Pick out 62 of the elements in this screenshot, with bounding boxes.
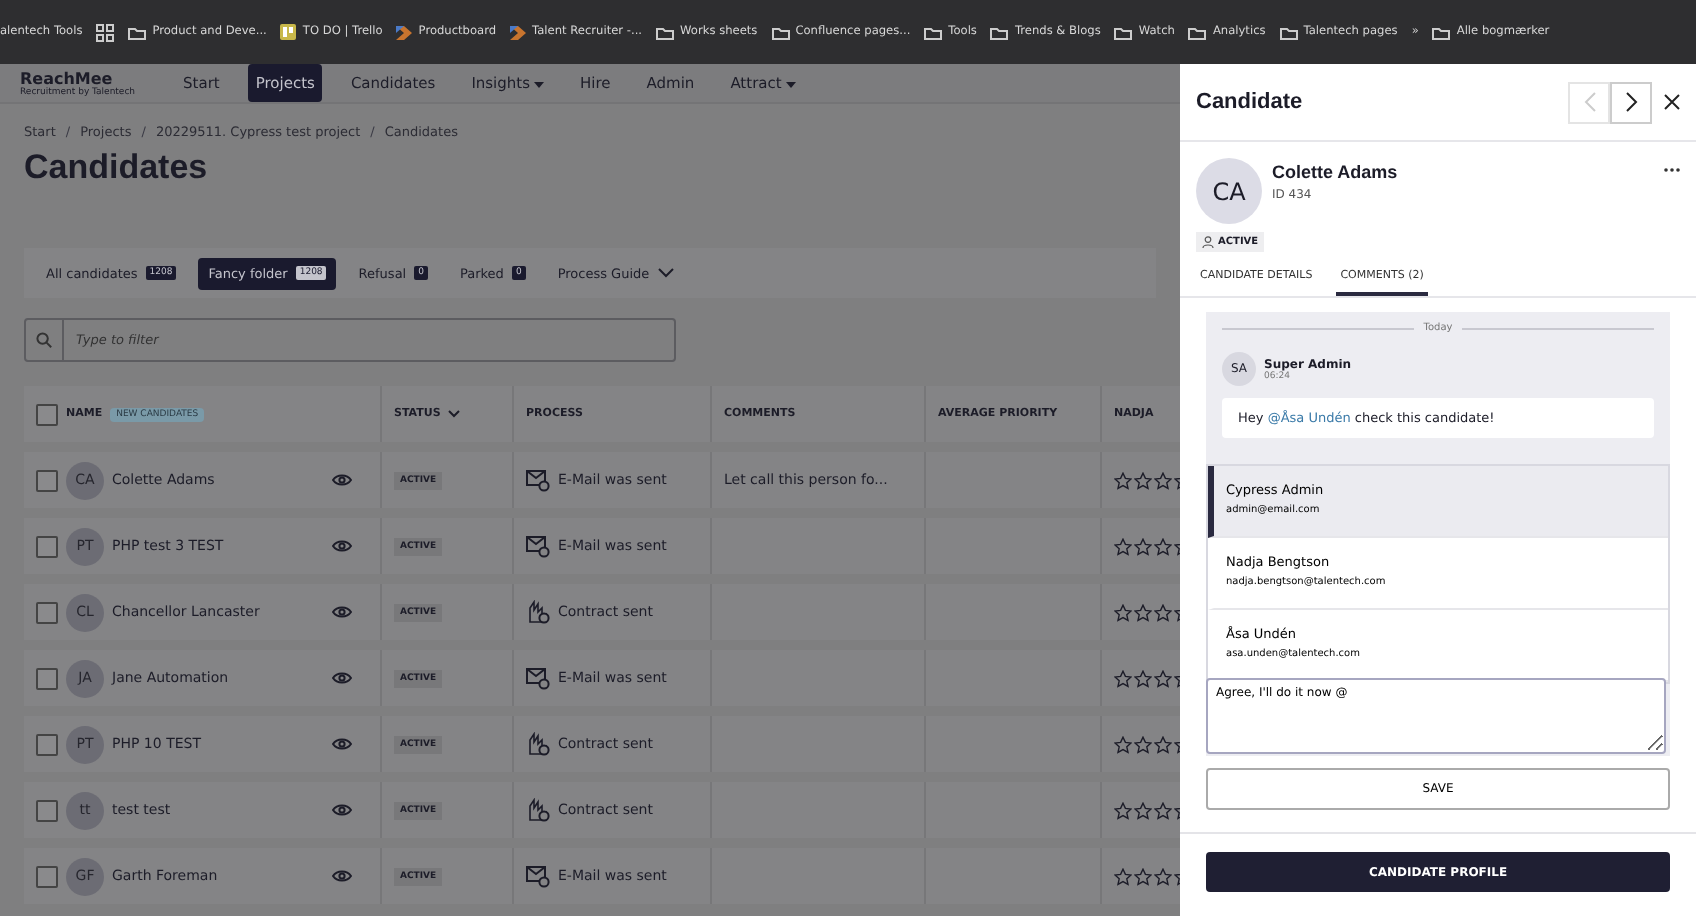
- apps-grid-icon[interactable]: [96, 23, 115, 41]
- avatar-initials: CA: [1196, 158, 1262, 224]
- eye-icon[interactable]: [332, 474, 352, 486]
- candidate-name: Colette Adams: [1272, 162, 1400, 182]
- select-all-checkbox[interactable]: [36, 403, 58, 425]
- folder-icon: [128, 25, 147, 39]
- star-icon: [1114, 471, 1132, 489]
- star-icon: [1134, 537, 1152, 555]
- page-title: Candidates: [24, 148, 210, 188]
- folder-icon: [656, 25, 675, 39]
- row-checkbox[interactable]: [36, 865, 58, 887]
- row-checkbox[interactable]: [36, 667, 58, 689]
- next-button[interactable]: [1610, 81, 1652, 123]
- star-icon: [1134, 867, 1152, 885]
- folder-icon: [990, 25, 1009, 39]
- folder-icon: [1188, 25, 1207, 39]
- star-icon: [1134, 669, 1152, 687]
- search-icon: [36, 332, 52, 348]
- triangle-logo-icon: [510, 25, 527, 39]
- eye-icon[interactable]: [332, 540, 352, 552]
- folder-icon: [924, 25, 943, 39]
- board-icon: [280, 24, 297, 40]
- star-icon: [1134, 603, 1152, 621]
- row-checkbox[interactable]: [36, 601, 58, 623]
- hand-check-icon: [526, 732, 550, 756]
- hand-check-icon: [526, 798, 550, 822]
- star-icon: [1114, 603, 1132, 621]
- folder-icon: [771, 25, 790, 39]
- envelope-check-icon: [526, 534, 550, 558]
- star-icon: [1134, 471, 1152, 489]
- row-checkbox[interactable]: [36, 535, 58, 557]
- star-icon: [1114, 867, 1132, 885]
- star-icon: [1114, 801, 1132, 819]
- star-icon: [1134, 735, 1152, 753]
- folder-icon: [1432, 25, 1451, 39]
- chevron-right-icon: [1625, 92, 1637, 112]
- eye-icon[interactable]: [332, 606, 352, 618]
- star-icon: [1134, 801, 1152, 819]
- envelope-check-icon: [526, 864, 550, 888]
- star-icon: [1114, 735, 1132, 753]
- star-icon: [1114, 669, 1132, 687]
- folder-icon: [1279, 25, 1298, 39]
- close-icon[interactable]: [1664, 94, 1680, 110]
- row-checkbox[interactable]: [36, 733, 58, 755]
- row-checkbox[interactable]: [36, 469, 58, 491]
- envelope-check-icon: [526, 468, 550, 492]
- panel-title: Candidate: [1196, 90, 1305, 114]
- chevron-down-icon: [657, 268, 674, 278]
- star-icon: [1114, 537, 1132, 555]
- person-icon: [1202, 236, 1214, 248]
- chevron-left-icon: [1583, 92, 1595, 112]
- chevron-down-icon[interactable]: [448, 410, 461, 418]
- logo-name: ReachMee: [20, 69, 113, 87]
- envelope-check-icon: [526, 666, 550, 690]
- eye-icon[interactable]: [332, 738, 352, 750]
- row-checkbox[interactable]: [36, 799, 58, 821]
- eye-icon[interactable]: [332, 672, 352, 684]
- hand-check-icon: [526, 600, 550, 624]
- triangle-logo-icon: [396, 25, 413, 39]
- folder-icon: [1114, 25, 1133, 39]
- eye-icon[interactable]: [332, 804, 352, 816]
- eye-icon[interactable]: [332, 870, 352, 882]
